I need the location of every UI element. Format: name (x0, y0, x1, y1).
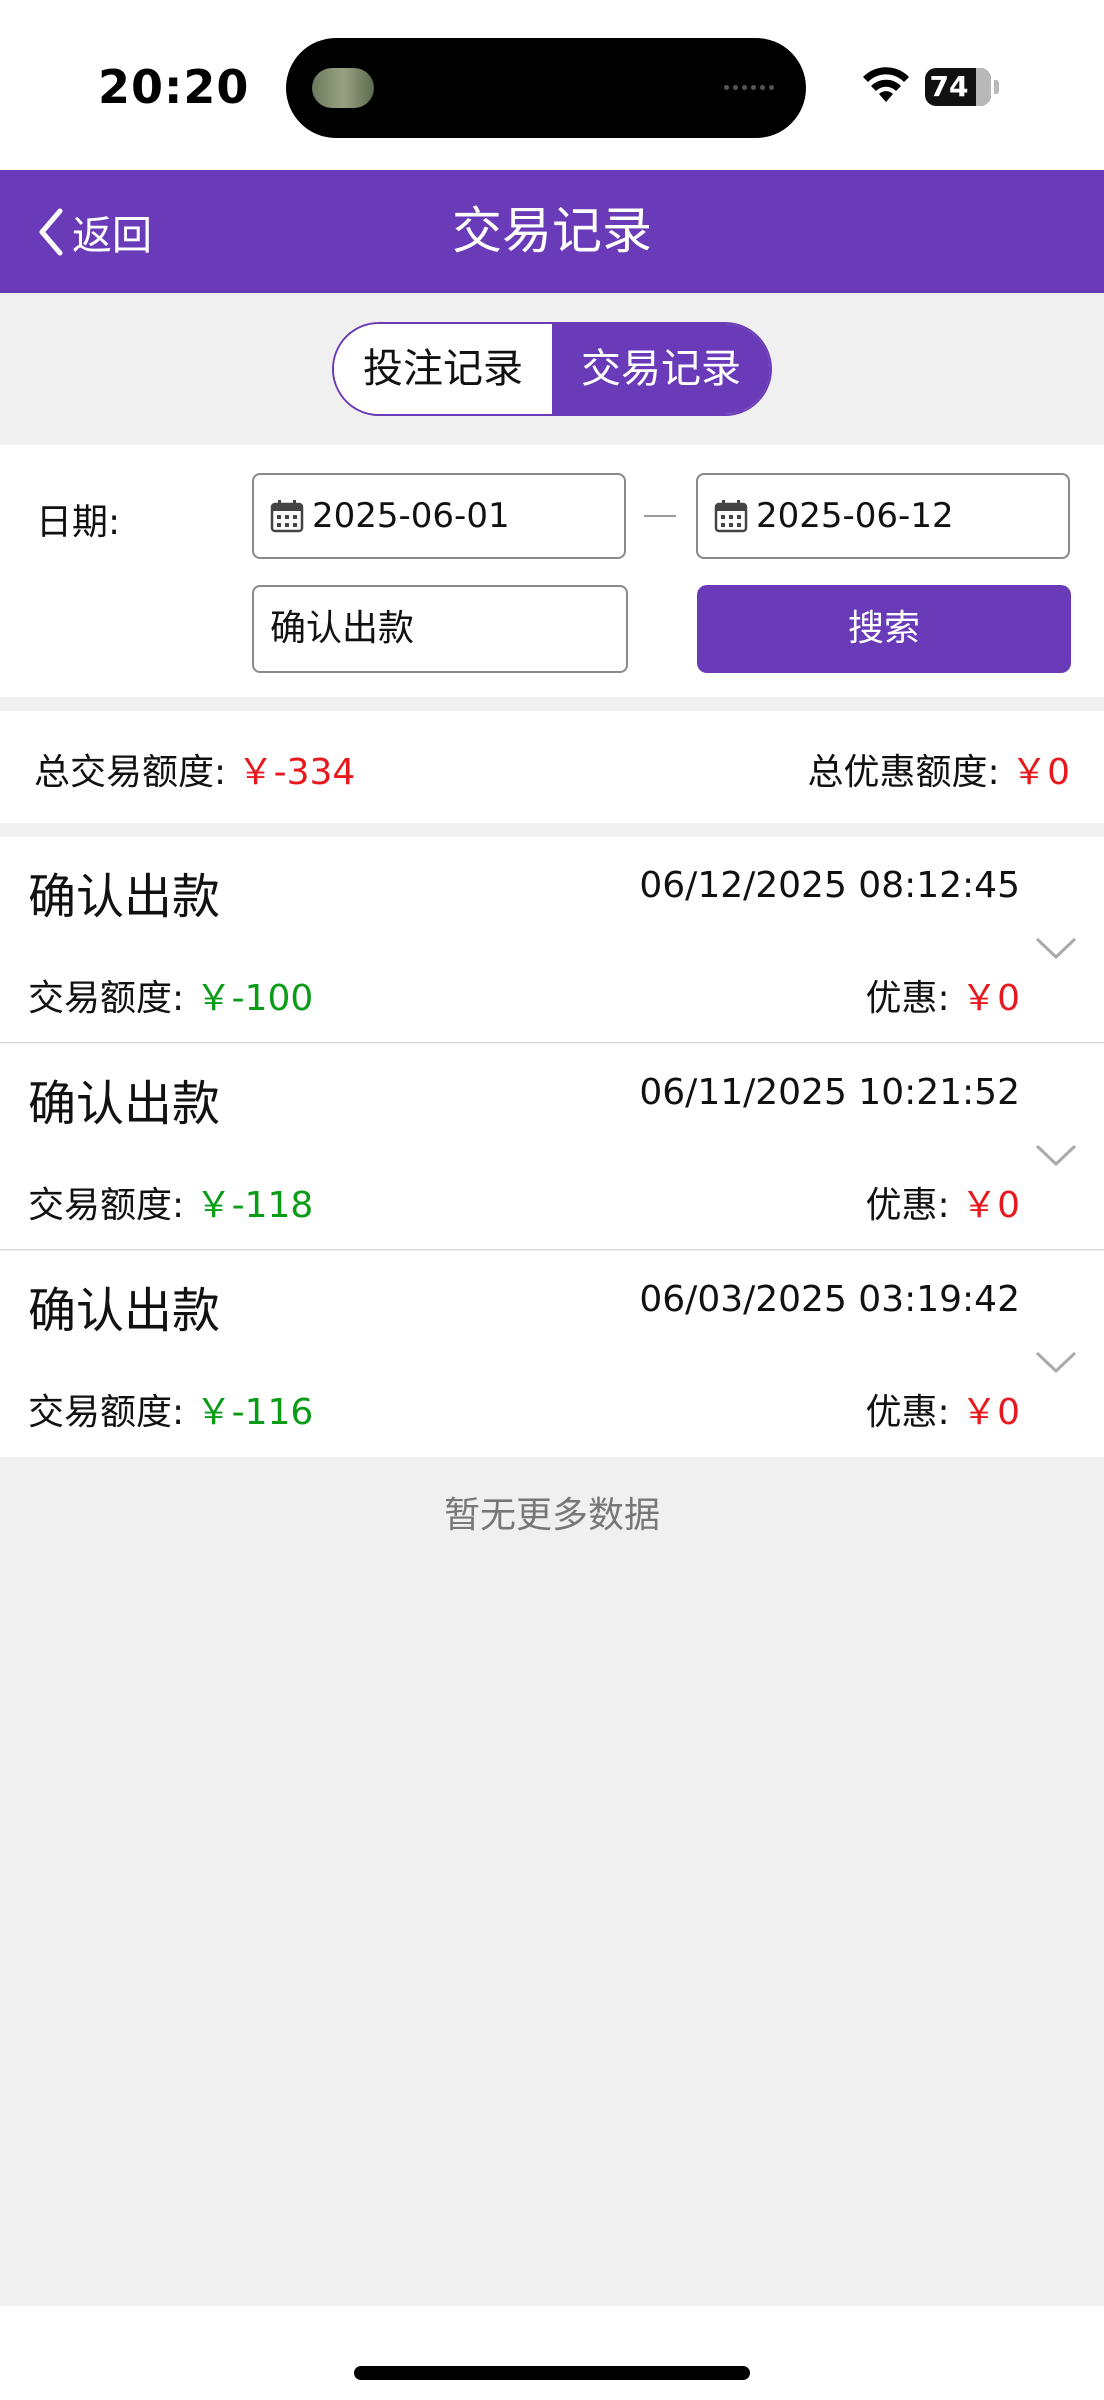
record-amount-label: 交易额度: (28, 978, 185, 1019)
record-time: 06/03/2025 03:19:42 (639, 1279, 1020, 1320)
date-label: 日期: (36, 502, 121, 543)
start-date-field[interactable]: 2025-06-01 (252, 473, 626, 559)
record-amount-label: 交易额度: (28, 1392, 185, 1433)
tab-transaction-records[interactable]: 交易记录 (552, 324, 770, 414)
record-amount: 交易额度: ￥-100 (28, 969, 313, 1021)
chevron-down-icon[interactable] (1034, 935, 1078, 961)
list-item[interactable]: 确认出款 06/11/2025 10:21:52 交易额度: ￥-118 优惠:… (0, 1044, 1104, 1250)
chevron-down-icon[interactable] (1034, 1142, 1078, 1168)
start-date-value: 2025-06-01 (312, 496, 510, 536)
home-indicator[interactable] (354, 2366, 750, 2380)
status-bar: 20:20 74 (0, 0, 1104, 170)
list-item[interactable]: 确认出款 06/12/2025 08:12:45 交易额度: ￥-100 优惠:… (0, 837, 1104, 1043)
record-amount: 交易额度: ￥-118 (28, 1176, 313, 1228)
no-more-data-text: 暂无更多数据 (443, 1495, 660, 1536)
record-amount: 交易额度: ￥-116 (28, 1383, 313, 1435)
record-discount-label: 优惠: (865, 978, 950, 1019)
battery-cap (994, 80, 999, 94)
record-discount-value: ￥0 (961, 978, 1020, 1019)
bottom-safe-area (0, 2306, 1104, 2400)
record-time: 06/12/2025 08:12:45 (639, 865, 1020, 906)
record-amount-value: ￥-118 (195, 1185, 314, 1226)
total-trade-label: 总交易额度: (34, 752, 227, 793)
filter-panel: 日期: 2025-06-01 2025-06-12 确认出款 搜索 (0, 445, 1104, 697)
tab-bet-records[interactable]: 投注记录 (334, 324, 552, 414)
nav-bar: 返回 交易记录 (0, 170, 1104, 293)
record-time: 06/11/2025 10:21:52 (639, 1072, 1020, 1113)
search-button[interactable]: 搜索 (697, 585, 1071, 673)
battery-icon: 74 (925, 68, 991, 106)
total-discount-label: 总优惠额度: (807, 752, 1000, 793)
wifi-icon (863, 67, 909, 102)
status-time: 20:20 (98, 60, 250, 114)
date-range-separator (644, 515, 676, 517)
record-type: 确认出款 (28, 1283, 221, 1339)
battery-level: 74 (929, 70, 969, 103)
chevron-down-icon[interactable] (1034, 1349, 1078, 1375)
record-type: 确认出款 (28, 1076, 221, 1132)
dynamic-island (286, 38, 806, 138)
list-item[interactable]: 确认出款 06/03/2025 03:19:42 交易额度: ￥-116 优惠:… (0, 1251, 1104, 1457)
record-amount-value: ￥-116 (195, 1392, 314, 1433)
island-dots-icon (724, 81, 780, 95)
total-trade: 总交易额度: ￥-334 (34, 743, 355, 795)
transaction-type-select[interactable]: 确认出款 (252, 585, 628, 673)
total-discount: 总优惠额度: ￥0 (808, 743, 1071, 795)
calendar-icon (270, 500, 304, 533)
record-amount-label: 交易额度: (28, 1185, 185, 1226)
record-discount-value: ￥0 (961, 1392, 1020, 1433)
record-discount-label: 优惠: (865, 1392, 950, 1433)
record-discount: 优惠: ￥0 (866, 1176, 1021, 1228)
end-date-value: 2025-06-12 (756, 496, 954, 536)
end-date-field[interactable]: 2025-06-12 (696, 473, 1070, 559)
record-discount: 优惠: ￥0 (866, 1383, 1021, 1435)
calendar-icon (714, 500, 748, 533)
record-type-toggle: 投注记录 交易记录 (332, 322, 772, 416)
summary-bar: 总交易额度: ￥-334 总优惠额度: ￥0 (0, 711, 1104, 823)
page-title: 交易记录 (452, 202, 652, 260)
record-discount-value: ￥0 (961, 1185, 1020, 1226)
total-discount-value: ￥0 (1011, 752, 1070, 793)
record-type: 确认出款 (28, 869, 221, 925)
record-discount: 优惠: ￥0 (866, 969, 1021, 1021)
live-activity-thumbnail (312, 68, 374, 108)
record-amount-value: ￥-100 (195, 978, 314, 1019)
record-discount-label: 优惠: (865, 1185, 950, 1226)
total-trade-value: ￥-334 (237, 752, 356, 793)
